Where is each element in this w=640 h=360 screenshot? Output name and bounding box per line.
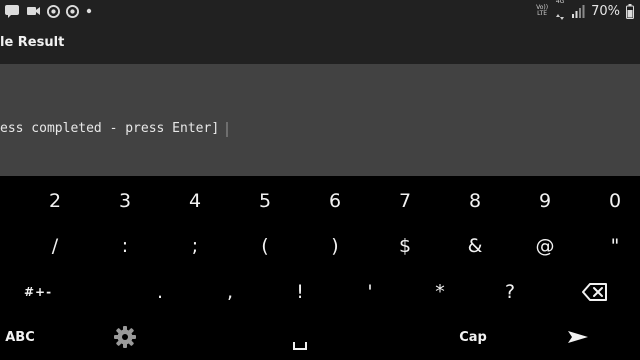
key-9[interactable]: 9 xyxy=(510,181,580,221)
data-arrows-icon xyxy=(556,13,565,20)
key-cap[interactable]: Cap xyxy=(438,317,508,357)
key-dollar[interactable]: $ xyxy=(370,226,440,266)
key-5[interactable]: 5 xyxy=(230,181,300,221)
app-title: le Result xyxy=(0,35,65,50)
status-bar: Vo)) LTE 4G 70% xyxy=(0,0,640,22)
terminal-line: ess completed - press Enter] xyxy=(0,121,220,136)
enter-key[interactable] xyxy=(543,317,613,357)
space-key[interactable] xyxy=(265,317,335,357)
keyboard: 2 3 4 5 6 7 8 9 0 / : ; ( ) $ & @ " #+- … xyxy=(0,176,640,360)
gear-icon xyxy=(114,326,136,348)
key-comma[interactable]: , xyxy=(195,272,265,312)
key-8[interactable]: 8 xyxy=(440,181,510,221)
settings-key[interactable] xyxy=(90,317,160,357)
battery-percent: 70% xyxy=(591,3,620,19)
notification-icons xyxy=(4,3,93,19)
key-close-paren[interactable]: ) xyxy=(300,226,370,266)
key-3[interactable]: 3 xyxy=(90,181,160,221)
lte-label: LTE xyxy=(537,10,548,17)
chrome-icon xyxy=(47,4,60,18)
key-6[interactable]: 6 xyxy=(300,181,370,221)
key-abc[interactable]: ABC xyxy=(0,317,55,357)
key-semicolon[interactable]: ; xyxy=(160,226,230,266)
data-indicator: 4G xyxy=(555,0,565,24)
sms-icon xyxy=(5,5,19,18)
key-4[interactable]: 4 xyxy=(160,181,230,221)
key-2[interactable]: 2 xyxy=(20,181,90,221)
volte-lte-indicator: Vo)) LTE xyxy=(535,5,549,17)
video-icon xyxy=(27,7,40,15)
space-icon xyxy=(293,342,307,350)
key-colon[interactable]: : xyxy=(90,226,160,266)
key-open-paren[interactable]: ( xyxy=(230,226,300,266)
key-exclamation[interactable]: ! xyxy=(265,272,335,312)
key-ampersand[interactable]: & xyxy=(440,226,510,266)
key-quote[interactable]: " xyxy=(580,226,640,266)
key-apostrophe[interactable]: ' xyxy=(335,272,405,312)
send-arrow-icon xyxy=(568,331,588,343)
battery-icon xyxy=(626,3,634,19)
key-slash[interactable]: / xyxy=(20,226,90,266)
key-question[interactable]: ? xyxy=(475,272,545,312)
key-asterisk[interactable]: * xyxy=(405,272,475,312)
key-0[interactable]: 0 xyxy=(580,181,640,221)
terminal-cursor xyxy=(226,122,228,137)
key-7[interactable]: 7 xyxy=(370,181,440,221)
backspace-key[interactable] xyxy=(560,272,630,312)
dot-icon xyxy=(86,8,92,14)
key-period[interactable]: . xyxy=(125,272,195,312)
terminal-area[interactable]: ess completed - press Enter] xyxy=(0,64,640,176)
network-4g-label: 4G xyxy=(555,0,565,5)
system-indicators: Vo)) LTE 4G 70% xyxy=(535,0,634,20)
key-at[interactable]: @ xyxy=(510,226,580,266)
chrome-icon xyxy=(66,4,79,18)
signal-icon xyxy=(572,4,585,18)
key-symbols-mode[interactable]: #+- xyxy=(3,272,73,312)
app-bar: le Result xyxy=(0,22,640,64)
backspace-icon xyxy=(582,283,607,301)
